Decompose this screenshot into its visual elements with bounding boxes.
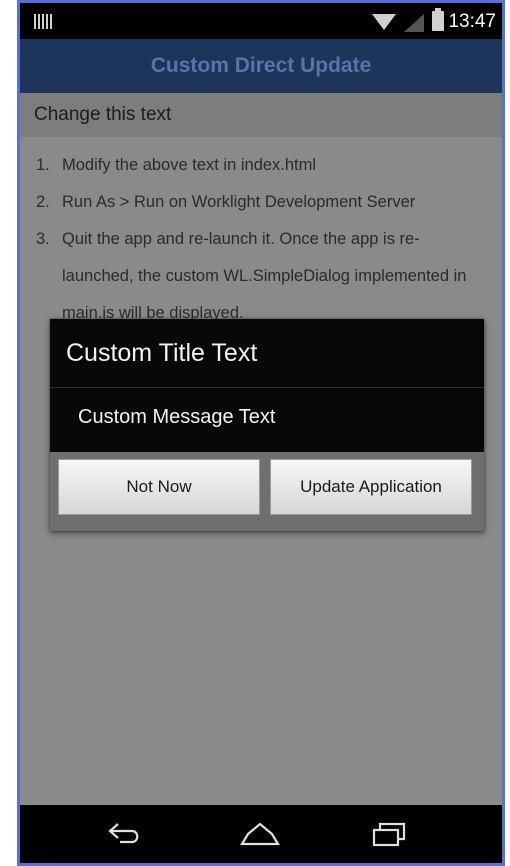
navigation-bar (20, 805, 502, 863)
dialog-title: Custom Title Text (50, 319, 484, 388)
phone-frame: 13:47 Custom Direct Update Change this t… (17, 0, 505, 866)
back-icon[interactable] (106, 820, 146, 848)
app-screen: Custom Direct Update Change this text 1.… (20, 39, 502, 805)
battery-icon (432, 8, 444, 31)
status-bar: 13:47 (20, 3, 502, 39)
status-time: 13:47 (448, 11, 496, 32)
steps-list: 1. Modify the above text in index.html 2… (20, 137, 502, 332)
editable-text-row: Change this text (20, 93, 502, 137)
signal-icon (404, 14, 424, 32)
list-item: 2. Run As > Run on Worklight Development… (36, 184, 490, 221)
step-text: Run As > Run on Worklight Development Se… (62, 193, 416, 211)
dialog-message: Custom Message Text (50, 388, 484, 452)
recent-apps-icon[interactable] (370, 820, 410, 848)
page-title: Custom Direct Update (150, 54, 372, 77)
step-text: Modify the above text in index.html (62, 156, 317, 174)
dialog-button-bar: Not Now Update Application (50, 452, 484, 531)
update-application-button[interactable]: Update Application (270, 459, 472, 515)
editable-text: Change this text (34, 104, 172, 125)
home-icon[interactable] (240, 820, 280, 848)
step-text: Quit the app and re-launch it. Once the … (62, 230, 467, 322)
list-item: 3. Quit the app and re-launch it. Once t… (36, 221, 490, 332)
not-now-button[interactable]: Not Now (58, 459, 260, 515)
step-number: 3. (36, 230, 50, 248)
step-number: 2. (36, 193, 50, 211)
wifi-icon (372, 14, 396, 30)
list-item: 1. Modify the above text in index.html (36, 147, 490, 184)
update-dialog: Custom Title Text Custom Message Text No… (50, 319, 484, 531)
app-header: Custom Direct Update (20, 39, 502, 93)
step-number: 1. (36, 156, 50, 174)
barcode-icon (34, 14, 52, 29)
